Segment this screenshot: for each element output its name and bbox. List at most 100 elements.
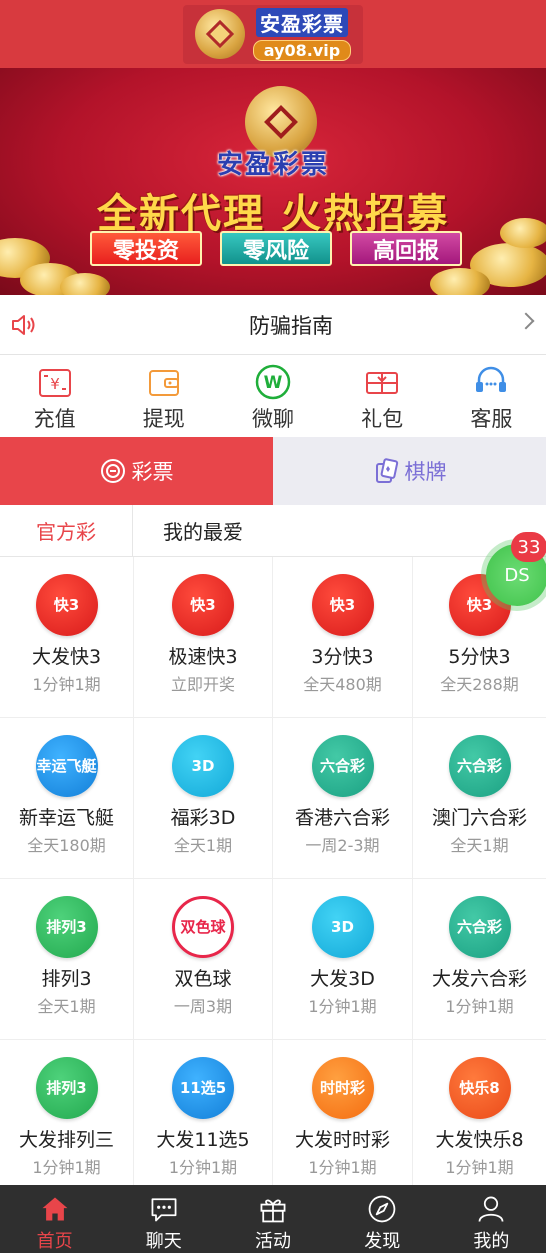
quick-service[interactable]: 客服 — [437, 355, 546, 437]
game-schedule: 1分钟1期 — [308, 1158, 377, 1177]
quick-gift-label: 礼包 — [361, 407, 404, 431]
game-logo-text: 11选5 — [179, 1078, 227, 1097]
game-name: 香港六合彩 — [294, 807, 390, 829]
game-schedule: 全天480期 — [303, 675, 382, 694]
game-name: 大发快乐8 — [435, 1129, 524, 1151]
user-icon — [478, 1196, 504, 1222]
game-logo-icon: 快3 — [311, 574, 374, 636]
game-schedule: 立即开奖 — [170, 675, 235, 694]
game-item[interactable]: 3D 福彩3D 全天1期 — [134, 718, 273, 879]
game-name: 大发3D — [310, 968, 375, 990]
logo-coin-icon — [194, 9, 245, 59]
quick-actions: ¥ 充值 提现 W 微聊 礼包 客服 — [0, 355, 546, 437]
game-item[interactable]: 时时彩 大发时时彩 1分钟1期 — [273, 1040, 413, 1201]
banner-brand: 安盈彩票 — [216, 150, 329, 180]
game-item[interactable]: 幸运飞艇新幸运飞艇全天180期 — [0, 718, 134, 879]
tab-lottery-label: 彩票 — [131, 460, 174, 484]
game-item[interactable]: 快3 极速快3 立即开奖 — [134, 557, 273, 718]
quick-recharge-label: 充值 — [33, 407, 76, 431]
game-item[interactable]: 快3 3分快3 全天480期 — [273, 557, 413, 718]
quick-service-label: 客服 — [470, 407, 513, 431]
ds-badge: 33 — [511, 532, 546, 562]
chat-bubble-icon — [151, 1198, 177, 1222]
promo-banner[interactable]: 安盈彩票 全新代理 火热招募 零投资 零风险 高回报 — [0, 68, 546, 295]
game-schedule: 一周2-3期 — [305, 836, 380, 855]
game-logo-icon: 六合彩 — [311, 735, 374, 797]
quick-chat-label: 微聊 — [251, 407, 294, 431]
game-item[interactable]: 六合彩 澳门六合彩 全天1期 — [413, 718, 546, 879]
game-logo-text: 3D — [191, 756, 215, 775]
headset-icon — [476, 366, 507, 392]
subtab-favorites[interactable]: 我的最爱 — [133, 505, 273, 556]
quick-chat[interactable]: W 微聊 — [218, 355, 327, 437]
game-logo-icon: 排列3 — [35, 1057, 98, 1119]
notice-text: 防骗指南 — [249, 313, 333, 338]
quick-gift[interactable]: 礼包 — [328, 355, 437, 437]
tab-chess-cards[interactable]: 棋牌 — [273, 437, 546, 505]
tab-chess-cards-label: 棋牌 — [404, 460, 447, 484]
quick-recharge[interactable]: ¥ 充值 — [0, 355, 109, 437]
game-logo-icon: 幸运飞艇 — [35, 735, 98, 797]
nav-discover-label: 发现 — [364, 1231, 401, 1252]
notice-bar[interactable]: 防骗指南 — [0, 295, 546, 355]
game-logo-text: 双色球 — [180, 917, 226, 936]
top-bar: 安盈彩票 ay08.vip — [0, 0, 546, 68]
tab-lottery[interactable]: 彩票 — [0, 437, 273, 505]
game-schedule: 1分钟1期 — [32, 1158, 101, 1177]
game-schedule: 全天1期 — [450, 836, 509, 855]
game-logo-text: 排列3 — [46, 917, 87, 936]
game-logo-icon: 快3 — [172, 574, 234, 636]
game-schedule: 全天180期 — [27, 836, 106, 855]
game-logo-text: 六合彩 — [456, 756, 502, 775]
game-grid: 快3 大发快3 1分钟1期 快3 极速快3 立即开奖 快3 3分快3 全天480期 快3 5分快3 全… — [0, 557, 546, 1201]
nav-home-label: 首页 — [36, 1231, 73, 1252]
game-name: 极速快3 — [168, 646, 238, 668]
game-item[interactable]: 双色球 双色球 一周3期 — [134, 879, 273, 1040]
cards-icon — [375, 458, 398, 483]
game-name: 大发排列三 — [18, 1129, 114, 1151]
quick-withdraw[interactable]: 提现 — [109, 355, 218, 437]
gift-envelope-icon — [366, 372, 399, 394]
subtab-official[interactable]: 官方彩 — [0, 505, 133, 556]
game-logo-icon: 排列3 — [35, 896, 98, 958]
game-logo-text: 时时彩 — [319, 1078, 365, 1097]
compass-icon — [368, 1195, 396, 1223]
game-logo-icon: 时时彩 — [311, 1057, 374, 1119]
chat-w-icon: W — [255, 364, 291, 400]
game-name: 新幸运飞艇 — [18, 807, 114, 829]
game-name: 3分快3 — [311, 646, 374, 668]
logo-url: ay08.vip — [252, 39, 352, 61]
game-item[interactable]: 六合彩香港六合彩一周2-3期 — [273, 718, 413, 879]
game-logo-icon: 3D — [172, 735, 234, 797]
game-schedule: 1分钟1期 — [445, 1158, 514, 1177]
game-item[interactable]: 快3 大发快3 1分钟1期 — [0, 557, 134, 718]
ds-label: DS — [504, 564, 530, 586]
game-name: 5分快3 — [448, 646, 511, 668]
banner-tag-zero-investment: 零投资 — [90, 231, 202, 266]
game-item[interactable]: 六合彩 大发六合彩 1分钟1期 — [413, 879, 546, 1040]
nav-discover[interactable]: 发现 — [328, 1185, 437, 1253]
gift-box-icon — [260, 1199, 286, 1223]
nav-home[interactable]: 首页 — [0, 1185, 109, 1253]
banner-tag-high-return: 高回报 — [350, 231, 462, 266]
nav-mine[interactable]: 我的 — [437, 1185, 546, 1253]
game-schedule: 全天288期 — [440, 675, 519, 694]
game-name: 排列3 — [41, 968, 92, 990]
home-icon — [42, 1197, 68, 1221]
nav-activity[interactable]: 活动 — [218, 1185, 327, 1253]
game-logo-icon: 六合彩 — [448, 735, 511, 797]
game-logo-icon: 快3 — [35, 574, 98, 636]
logo: 安盈彩票 ay08.vip — [182, 4, 364, 64]
game-item[interactable]: 排列3 大发排列三 1分钟1期 — [0, 1040, 134, 1201]
game-name: 双色球 — [174, 968, 232, 990]
svg-text:W: W — [264, 373, 283, 393]
game-schedule: 1分钟1期 — [32, 675, 101, 694]
game-item[interactable]: 快乐8 大发快乐8 1分钟1期 — [413, 1040, 546, 1201]
nav-chat[interactable]: 聊天 — [109, 1185, 218, 1253]
game-logo-icon: 3D — [311, 896, 374, 958]
game-item[interactable]: 排列3 排列3 全天1期 — [0, 879, 134, 1040]
game-item[interactable]: 3D 大发3D 1分钟1期 — [273, 879, 413, 1040]
app-root: 安盈彩票 ay08.vip 安盈彩票 全新代理 火热招募 零投资 零风险 高回报… — [0, 0, 546, 1253]
game-item[interactable]: 11选5 大发11选5 1分钟1期 — [134, 1040, 273, 1201]
bottom-nav: 首页 聊天 活动 发现 我的 — [0, 1185, 546, 1253]
